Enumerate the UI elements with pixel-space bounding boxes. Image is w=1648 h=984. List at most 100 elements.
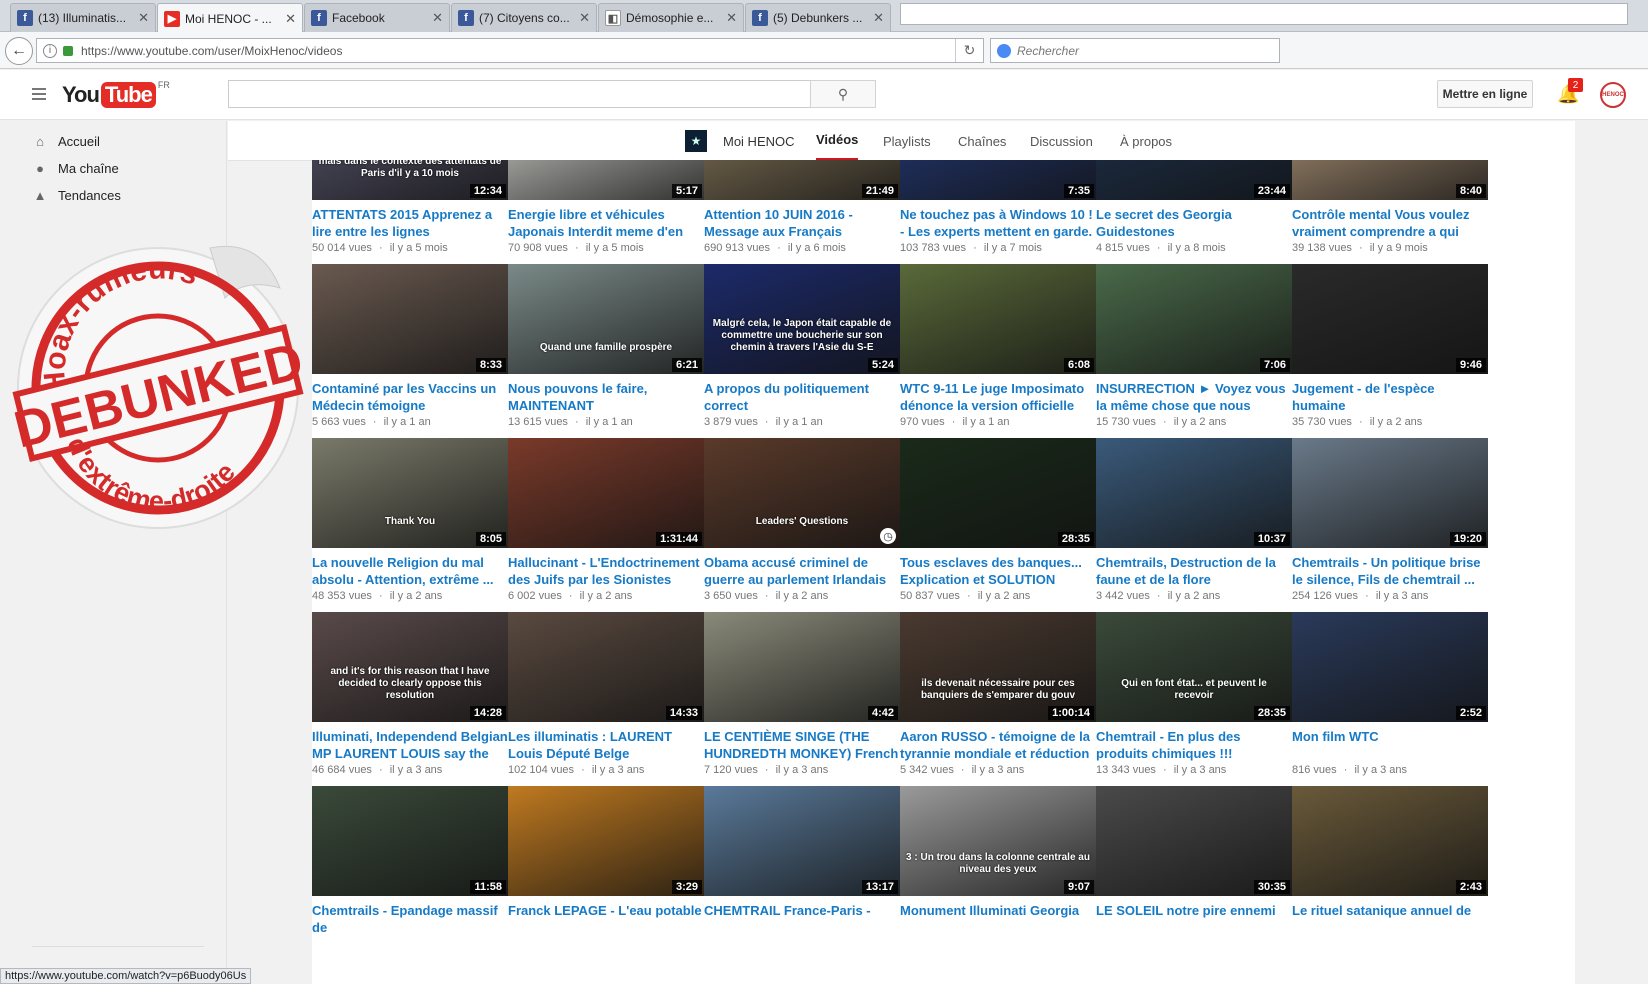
video-title[interactable]: Jugement - de l'espèce humaine: [1292, 380, 1488, 414]
tab-a-propos[interactable]: À propos: [1120, 121, 1172, 161]
video-thumbnail[interactable]: 21:49: [704, 160, 900, 200]
video-card[interactable]: 10:37 Chemtrails, Destruction de la faune…: [1096, 438, 1292, 608]
video-card[interactable]: Leaders' Questions ◷ Obama accusé criminel…: [704, 438, 900, 608]
video-card[interactable]: 8:40 Contrôle mental Vous voulez vraiment…: [1292, 160, 1488, 260]
close-icon[interactable]: ✕: [432, 10, 443, 26]
video-card[interactable]: 19:20 Chemtrails - Un politique brise le …: [1292, 438, 1488, 608]
video-title[interactable]: Chemtrails - Un politique brise le silen…: [1292, 554, 1488, 588]
video-title[interactable]: Chemtrails - Epandage massif de: [312, 902, 508, 936]
video-thumbnail[interactable]: Thank You 8:05: [312, 438, 508, 548]
browser-tab-2[interactable]: ▶ Moi HENOC - ... ✕: [157, 3, 303, 33]
video-card[interactable]: 13:17 CHEMTRAIL France-Paris -: [704, 786, 900, 956]
video-thumbnail[interactable]: 3 : Un trou dans la colonne centrale au …: [900, 786, 1096, 896]
channel-avatar[interactable]: ★: [685, 130, 707, 152]
avatar[interactable]: HENOC: [1600, 82, 1626, 108]
video-title[interactable]: Chemtrail - En plus des produits chimiqu…: [1096, 728, 1292, 762]
video-thumbnail[interactable]: mais dans le contexte des attentats de P…: [312, 160, 508, 200]
info-icon[interactable]: i: [43, 43, 57, 58]
sidebar-item-tendances[interactable]: ▲ Tendances: [32, 184, 121, 206]
video-title[interactable]: CHEMTRAIL France-Paris -: [704, 902, 900, 936]
video-thumbnail[interactable]: 11:58: [312, 786, 508, 896]
video-card[interactable]: 1:31:44 Hallucinant - L'Endoctrinement de…: [508, 438, 704, 608]
close-icon[interactable]: ✕: [873, 10, 884, 26]
video-card[interactable]: 30:35 LE SOLEIL notre pire ennemi: [1096, 786, 1292, 956]
watch-later-icon[interactable]: ◷: [880, 528, 896, 544]
upload-button[interactable]: Mettre en ligne: [1437, 80, 1533, 108]
video-card[interactable]: Qui en font état... et peuvent le recevo…: [1096, 612, 1292, 782]
video-thumbnail[interactable]: 4:42: [704, 612, 900, 722]
reload-icon[interactable]: ↻: [955, 39, 983, 62]
video-title[interactable]: Le rituel satanique annuel de: [1292, 902, 1488, 936]
video-card[interactable]: 7:35 Ne touchez pas à Windows 10 ! - Les …: [900, 160, 1096, 260]
browser-tab-3[interactable]: f Facebook ✕: [304, 3, 450, 32]
video-thumbnail[interactable]: 3:29: [508, 786, 704, 896]
close-icon[interactable]: ✕: [138, 10, 149, 26]
video-thumbnail[interactable]: ils devenait nécessaire pour ces banquie…: [900, 612, 1096, 722]
video-thumbnail[interactable]: 9:46: [1292, 264, 1488, 374]
browser-search-input[interactable]: Rechercher: [990, 38, 1280, 63]
video-thumbnail[interactable]: Leaders' Questions ◷: [704, 438, 900, 548]
video-thumbnail[interactable]: 23:44: [1096, 160, 1292, 200]
video-thumbnail[interactable]: 30:35: [1096, 786, 1292, 896]
new-tab-area[interactable]: [900, 3, 1628, 25]
video-title[interactable]: LE CENTIÈME SINGE (THE HUNDREDTH MONKEY)…: [704, 728, 900, 762]
browser-tab-4[interactable]: f (7) Citoyens co... ✕: [451, 3, 597, 32]
youtube-logo[interactable]: You Tube FR: [62, 80, 170, 110]
back-arrow-icon[interactable]: ←: [5, 37, 33, 65]
video-card[interactable]: 7:06 INSURRECTION ► Voyez vous la même ch…: [1096, 264, 1292, 434]
video-title[interactable]: Monument Illuminati Georgia: [900, 902, 1096, 936]
video-thumbnail[interactable]: 6:08: [900, 264, 1096, 374]
video-title[interactable]: Mon film WTC: [1292, 728, 1488, 762]
video-card[interactable]: 9:46 Jugement - de l'espèce humaine 35 730…: [1292, 264, 1488, 434]
video-thumbnail[interactable]: 7:35: [900, 160, 1096, 200]
video-card[interactable]: 8:33 Contaminé par les Vaccins un Médecin…: [312, 264, 508, 434]
video-thumbnail[interactable]: 5:17: [508, 160, 704, 200]
video-title[interactable]: Chemtrails, Destruction de la faune et d…: [1096, 554, 1292, 588]
video-title[interactable]: Franck LEPAGE - L'eau potable: [508, 902, 704, 936]
video-title[interactable]: La nouvelle Religion du mal absolu - Att…: [312, 554, 508, 588]
video-card[interactable]: 5:17 Energie libre et véhicules Japonais …: [508, 160, 704, 260]
video-thumbnail[interactable]: 19:20: [1292, 438, 1488, 548]
youtube-search-input[interactable]: [228, 80, 811, 108]
video-title[interactable]: A propos du politiquement correct: [704, 380, 900, 414]
browser-tab-5[interactable]: ◧ Démosophie e... ✕: [598, 3, 744, 32]
sidebar-item-accueil[interactable]: ⌂ Accueil: [32, 130, 100, 152]
video-card[interactable]: 4:42 LE CENTIÈME SINGE (THE HUNDREDTH MON…: [704, 612, 900, 782]
search-icon[interactable]: ⚲: [810, 80, 876, 108]
tab-videos[interactable]: Vidéos: [816, 121, 859, 161]
video-card[interactable]: 2:43 Le rituel satanique annuel de: [1292, 786, 1488, 956]
browser-tab-6[interactable]: f (5) Debunkers ... ✕: [745, 3, 891, 32]
video-card[interactable]: 3 : Un trou dans la colonne centrale au …: [900, 786, 1096, 956]
address-bar[interactable]: i https://www.youtube.com/user/MoixHenoc…: [36, 38, 984, 63]
video-title[interactable]: Le secret des Georgia Guidestones: [1096, 206, 1292, 240]
close-icon[interactable]: ✕: [726, 10, 737, 26]
video-title[interactable]: Illuminati, Independend Belgian MP LAURE…: [312, 728, 508, 762]
tab-discussion[interactable]: Discussion: [1030, 121, 1093, 161]
video-thumbnail[interactable]: 8:33: [312, 264, 508, 374]
video-thumbnail[interactable]: Malgré cela, le Japon était capable de c…: [704, 264, 900, 374]
video-thumbnail[interactable]: 14:33: [508, 612, 704, 722]
video-card[interactable]: 11:58 Chemtrails - Epandage massif de: [312, 786, 508, 956]
video-card[interactable]: 6:08 WTC 9-11 Le juge Imposimato dénonce …: [900, 264, 1096, 434]
tab-chaines[interactable]: Chaînes: [958, 121, 1006, 161]
video-thumbnail[interactable]: and it's for this reason that I have dec…: [312, 612, 508, 722]
video-thumbnail[interactable]: 13:17: [704, 786, 900, 896]
video-card[interactable]: 28:35 Tous esclaves des banques... Explic…: [900, 438, 1096, 608]
video-title[interactable]: Aaron RUSSO - témoigne de la tyrannie mo…: [900, 728, 1096, 762]
video-title[interactable]: Ne touchez pas à Windows 10 ! - Les expe…: [900, 206, 1096, 240]
video-title[interactable]: INSURRECTION ► Voyez vous la même chose …: [1096, 380, 1292, 414]
video-thumbnail[interactable]: 1:31:44: [508, 438, 704, 548]
video-title[interactable]: LE SOLEIL notre pire ennemi: [1096, 902, 1292, 936]
video-thumbnail[interactable]: 7:06: [1096, 264, 1292, 374]
close-icon[interactable]: ✕: [579, 10, 590, 26]
video-title[interactable]: Energie libre et véhicules Japonais Inte…: [508, 206, 704, 240]
video-card[interactable]: 23:44 Le secret des Georgia Guidestones 4 …: [1096, 160, 1292, 260]
close-icon[interactable]: ✕: [285, 11, 296, 27]
video-card[interactable]: mais dans le contexte des attentats de P…: [312, 160, 508, 260]
video-thumbnail[interactable]: 28:35: [900, 438, 1096, 548]
video-card[interactable]: 2:52 Mon film WTC 816 vues · il y a 3 ans: [1292, 612, 1488, 782]
video-title[interactable]: Hallucinant - L'Endoctrinement des Juifs…: [508, 554, 704, 588]
video-title[interactable]: Les illuminatis : LAURENT Louis Député B…: [508, 728, 704, 762]
video-thumbnail[interactable]: 8:40: [1292, 160, 1488, 200]
menu-icon[interactable]: [32, 88, 46, 100]
